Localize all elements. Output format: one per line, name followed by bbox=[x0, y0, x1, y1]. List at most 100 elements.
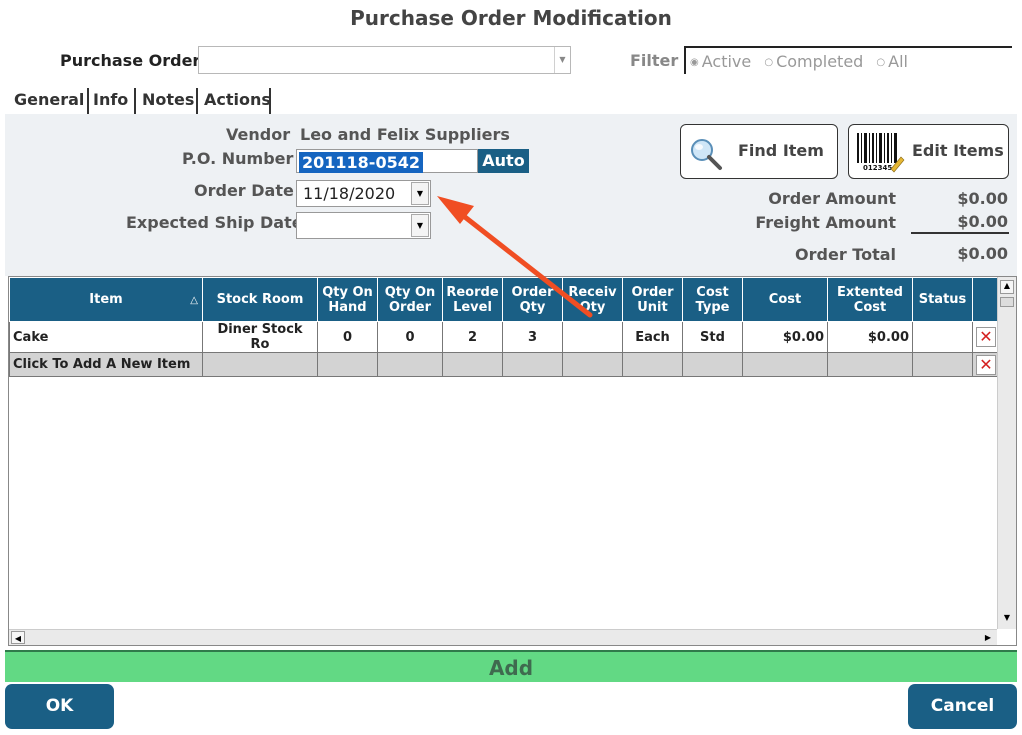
column-header-qty-on-order[interactable]: Qty On Order bbox=[377, 277, 443, 322]
scroll-down-icon[interactable]: ▼ bbox=[1000, 613, 1014, 627]
tab-actions[interactable]: Actions bbox=[204, 86, 271, 114]
find-item-label: Find Item bbox=[738, 141, 824, 160]
empty-cell bbox=[827, 352, 913, 377]
tab-divider bbox=[134, 88, 136, 114]
cell-cost-type[interactable]: Std bbox=[682, 321, 743, 353]
order-date-picker[interactable]: 11/18/2020 ▼ bbox=[296, 180, 431, 207]
edit-items-button[interactable]: 012345 Edit Items bbox=[848, 124, 1009, 179]
scroll-thumb[interactable] bbox=[1000, 297, 1014, 307]
table-row[interactable]: Cake Diner Stock Ro 0 0 2 3 Each Std $0.… bbox=[9, 321, 1000, 353]
tab-notes[interactable]: Notes bbox=[142, 86, 194, 114]
radio-selected-icon: ◉ bbox=[690, 57, 699, 68]
filter-radio-active[interactable]: ◉ Active bbox=[690, 52, 751, 71]
po-number-value: 201118-0542 bbox=[299, 152, 423, 173]
ship-date-picker[interactable]: ▼ bbox=[296, 212, 431, 239]
add-button[interactable]: Add bbox=[5, 650, 1017, 682]
empty-cell bbox=[912, 352, 973, 377]
find-item-button[interactable]: Find Item bbox=[680, 124, 838, 179]
column-header-stock-room[interactable]: Stock Room bbox=[202, 277, 318, 322]
chevron-down-icon[interactable]: ▼ bbox=[554, 47, 570, 73]
purchase-order-label: Purchase Order bbox=[60, 51, 201, 70]
tab-info[interactable]: Info bbox=[93, 86, 128, 114]
window-title: Purchase Order Modification bbox=[350, 6, 672, 30]
column-header-qty-on-hand[interactable]: Qty On Hand bbox=[317, 277, 378, 322]
scroll-right-icon[interactable]: ▶ bbox=[981, 631, 995, 644]
column-header-order-unit[interactable]: Order Unit bbox=[622, 277, 683, 322]
table-header-row: Item △ Stock Room Qty On Hand Qty On Ord… bbox=[9, 277, 1000, 322]
cell-extended-cost: $0.00 bbox=[827, 321, 913, 353]
scroll-up-icon[interactable]: ▲ bbox=[1000, 280, 1014, 294]
empty-cell bbox=[742, 352, 828, 377]
cell-order-qty[interactable]: 3 bbox=[502, 321, 563, 353]
filter-radio-all[interactable]: ○ All bbox=[876, 52, 908, 71]
column-header-item[interactable]: Item △ bbox=[9, 277, 203, 322]
sort-ascending-icon: △ bbox=[190, 295, 198, 306]
delete-row-icon[interactable]: ✕ bbox=[976, 354, 996, 375]
magnifier-icon bbox=[691, 139, 722, 170]
cell-qty-on-hand: 0 bbox=[317, 321, 378, 353]
column-header-order-qty[interactable]: Order Qty bbox=[502, 277, 563, 322]
total-divider bbox=[911, 232, 1009, 234]
column-header-reorder-level[interactable]: Reorde Level bbox=[442, 277, 503, 322]
chevron-down-icon[interactable]: ▼ bbox=[411, 182, 429, 205]
column-header-cost[interactable]: Cost bbox=[742, 277, 828, 322]
empty-cell bbox=[377, 352, 443, 377]
cell-order-unit[interactable]: Each bbox=[622, 321, 683, 353]
column-header-status[interactable]: Status bbox=[912, 277, 973, 322]
scroll-left-icon[interactable]: ◀ bbox=[11, 631, 25, 644]
horizontal-scrollbar[interactable]: ◀ ▶ bbox=[9, 629, 997, 645]
empty-cell bbox=[442, 352, 503, 377]
order-amount-value: $0.00 bbox=[957, 189, 1008, 208]
order-total-label: Order Total bbox=[795, 245, 896, 264]
cell-qty-on-order: 0 bbox=[377, 321, 443, 353]
add-new-item-text[interactable]: Click To Add A New Item bbox=[9, 352, 203, 377]
tab-divider bbox=[87, 88, 89, 114]
cell-receive-qty[interactable] bbox=[562, 321, 623, 353]
order-date-label: Order Date bbox=[194, 181, 294, 200]
po-number-label: P.O. Number bbox=[182, 149, 294, 168]
vendor-label: Vendor bbox=[226, 125, 291, 144]
cell-stock-room[interactable]: Diner Stock Ro bbox=[202, 321, 318, 353]
barcode-icon: 012345 bbox=[857, 133, 905, 173]
delete-row-icon[interactable]: ✕ bbox=[976, 327, 996, 347]
vendor-value: Leo and Felix Suppliers bbox=[300, 125, 510, 144]
cell-status bbox=[912, 321, 973, 353]
add-new-item-row[interactable]: Click To Add A New Item ✕ bbox=[9, 352, 1000, 377]
edit-items-label: Edit Items bbox=[912, 141, 1004, 160]
column-header-receive-qty[interactable]: Receiv Qty bbox=[562, 277, 623, 322]
column-header-delete bbox=[972, 277, 1000, 322]
cancel-button[interactable]: Cancel bbox=[908, 684, 1017, 729]
ok-button[interactable]: OK bbox=[5, 684, 114, 729]
items-table: Item △ Stock Room Qty On Hand Qty On Ord… bbox=[9, 277, 1000, 377]
column-header-cost-type[interactable]: Cost Type bbox=[682, 277, 743, 322]
empty-cell bbox=[202, 352, 318, 377]
cell-cost[interactable]: $0.00 bbox=[742, 321, 828, 353]
freight-amount-label: Freight Amount bbox=[755, 213, 896, 232]
items-grid: Item △ Stock Room Qty On Hand Qty On Ord… bbox=[8, 276, 1017, 646]
cell-reorder-level: 2 bbox=[442, 321, 503, 353]
order-total-value: $0.00 bbox=[957, 244, 1008, 263]
empty-cell bbox=[562, 352, 623, 377]
cell-item[interactable]: Cake bbox=[9, 321, 203, 353]
svg-text:012345: 012345 bbox=[863, 164, 892, 172]
freight-amount-value: $0.00 bbox=[957, 212, 1008, 231]
empty-cell bbox=[502, 352, 563, 377]
auto-button[interactable]: Auto bbox=[478, 149, 529, 173]
empty-cell bbox=[622, 352, 683, 377]
tab-general[interactable]: General bbox=[14, 86, 84, 114]
column-header-extended-cost[interactable]: Extented Cost bbox=[827, 277, 913, 322]
vertical-scrollbar[interactable]: ▲ ▼ bbox=[997, 277, 1016, 629]
filter-radio-group: ◉ Active ○ Completed ○ All bbox=[684, 46, 1012, 74]
cell-delete: ✕ bbox=[972, 352, 1000, 377]
order-amount-label: Order Amount bbox=[768, 189, 896, 208]
empty-cell bbox=[682, 352, 743, 377]
filter-label: Filter bbox=[630, 51, 679, 70]
filter-radio-completed[interactable]: ○ Completed bbox=[764, 52, 863, 71]
purchase-order-combobox[interactable]: ▼ bbox=[198, 46, 571, 74]
po-number-input[interactable]: 201118-0542 bbox=[296, 149, 478, 173]
empty-cell bbox=[317, 352, 378, 377]
ship-date-label: Expected Ship Date bbox=[126, 213, 303, 232]
cell-delete: ✕ bbox=[972, 321, 1000, 353]
chevron-down-icon[interactable]: ▼ bbox=[411, 214, 429, 237]
radio-empty-icon: ○ bbox=[764, 57, 774, 68]
